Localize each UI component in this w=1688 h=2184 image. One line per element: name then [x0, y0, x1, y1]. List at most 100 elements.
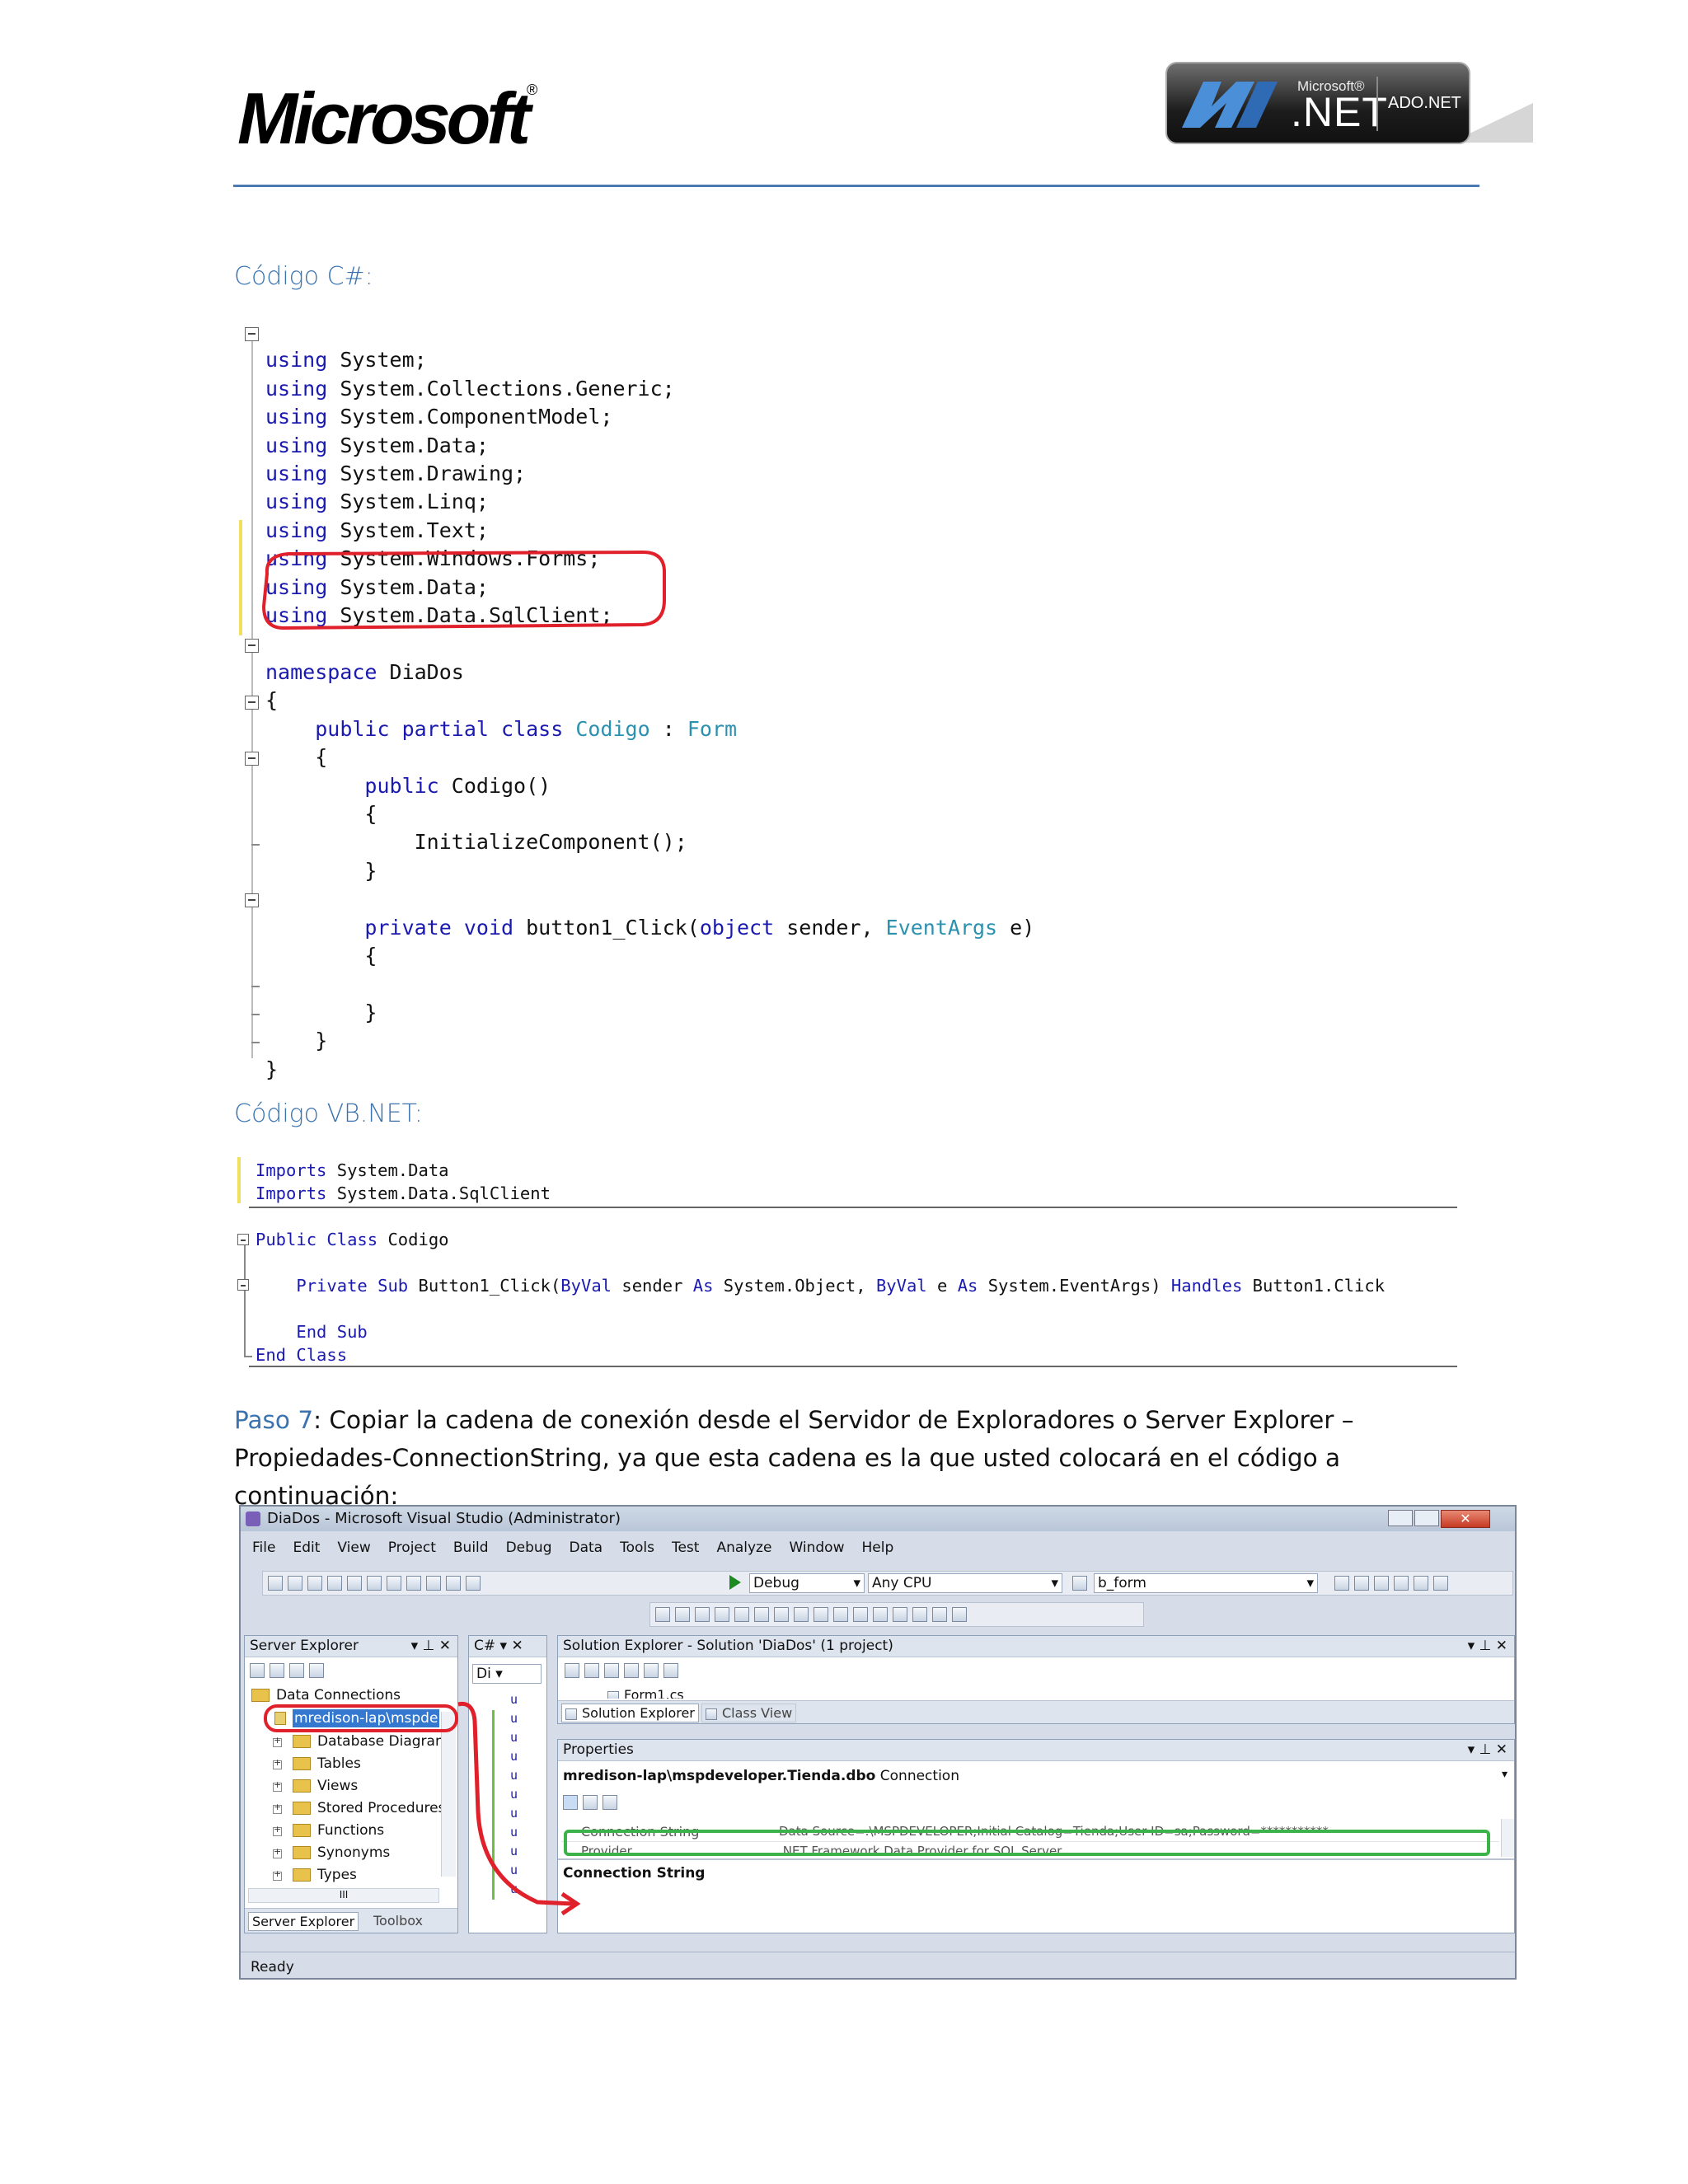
- paste-icon[interactable]: [406, 1576, 421, 1591]
- menu-test[interactable]: Test: [672, 1540, 699, 1556]
- expand-icon[interactable]: [273, 1735, 282, 1747]
- navigate-icon[interactable]: [466, 1576, 481, 1591]
- bookmark-icon[interactable]: [794, 1607, 809, 1622]
- type-dropdown[interactable]: Di ▾: [472, 1664, 542, 1684]
- object-browser-icon[interactable]: [1374, 1576, 1389, 1591]
- menu-file[interactable]: File: [252, 1540, 275, 1556]
- expand-icon[interactable]: [273, 1779, 282, 1792]
- menu-view[interactable]: View: [337, 1540, 370, 1556]
- menu-tools[interactable]: Tools: [620, 1540, 654, 1556]
- menu-debug[interactable]: Debug: [506, 1540, 552, 1556]
- solution-explorer-icon[interactable]: [1334, 1576, 1349, 1591]
- tree-data-connections[interactable]: Data Connections: [251, 1687, 401, 1702]
- connect-server-icon[interactable]: [309, 1663, 324, 1678]
- align-icon[interactable]: [695, 1607, 710, 1622]
- server-explorer-header: Server Explorer ▾ ⊥ ✕: [245, 1636, 457, 1657]
- solution-item[interactable]: Form1.cs: [607, 1687, 684, 1699]
- properties-scrollbar[interactable]: [1501, 1819, 1514, 1857]
- tree-item[interactable]: Types: [293, 1867, 357, 1883]
- new-project-icon[interactable]: [268, 1576, 283, 1591]
- green-highlight-connection-string: [564, 1830, 1490, 1856]
- tree-item[interactable]: Synonyms: [293, 1844, 390, 1861]
- undo-icon[interactable]: [426, 1576, 441, 1591]
- close-icon[interactable]: ✕: [1441, 1510, 1490, 1528]
- refresh-icon[interactable]: [604, 1663, 619, 1678]
- refresh-icon[interactable]: [250, 1663, 265, 1678]
- property-pages-icon[interactable]: [603, 1795, 617, 1810]
- start-page-icon[interactable]: [1414, 1576, 1428, 1591]
- maximize-button[interactable]: [1414, 1510, 1439, 1526]
- bookmark-icon[interactable]: [853, 1607, 868, 1622]
- folder-icon: [293, 1846, 311, 1859]
- menu-project[interactable]: Project: [388, 1540, 436, 1556]
- tree-item[interactable]: Views: [293, 1778, 358, 1794]
- comment-icon[interactable]: [754, 1607, 769, 1622]
- expand-icon[interactable]: [273, 1757, 282, 1769]
- cut-icon[interactable]: [367, 1576, 382, 1591]
- bookmark-icon[interactable]: [952, 1607, 967, 1622]
- menu-build[interactable]: Build: [453, 1540, 489, 1556]
- minimize-button[interactable]: [1388, 1510, 1413, 1526]
- code-line-brace: {: [315, 745, 328, 770]
- uncomment-icon[interactable]: [774, 1607, 789, 1622]
- menu-help[interactable]: Help: [861, 1540, 893, 1556]
- bookmark-icon[interactable]: [873, 1607, 888, 1622]
- toolbox-icon[interactable]: [1394, 1576, 1409, 1591]
- view-designer-icon[interactable]: [644, 1663, 659, 1678]
- csharp-code-block: using System; using System.Collections.Ge…: [239, 318, 1146, 1081]
- show-all-files-icon[interactable]: [584, 1663, 599, 1678]
- tree-item[interactable]: Database Diagram: [293, 1733, 449, 1748]
- horizontal-scrollbar[interactable]: III: [248, 1888, 439, 1903]
- more-options-icon[interactable]: [1433, 1576, 1448, 1591]
- copy-icon[interactable]: [387, 1576, 401, 1591]
- collapse-icon: [237, 1279, 249, 1291]
- platform-dropdown[interactable]: Any CPU ▾: [868, 1573, 1062, 1593]
- bookmark-icon[interactable]: [833, 1607, 848, 1622]
- indent-icon[interactable]: [715, 1607, 729, 1622]
- start-debug-icon[interactable]: [729, 1575, 741, 1590]
- vs-title: DiaDos - Microsoft Visual Studio (Admini…: [267, 1510, 621, 1527]
- open-icon[interactable]: [307, 1576, 322, 1591]
- redo-icon[interactable]: [446, 1576, 461, 1591]
- microsoft-logo: Microsoft®: [237, 77, 538, 159]
- save-icon[interactable]: [327, 1576, 342, 1591]
- add-item-icon[interactable]: [288, 1576, 302, 1591]
- connect-database-icon[interactable]: [289, 1663, 304, 1678]
- tree-item[interactable]: Functions: [293, 1822, 384, 1839]
- expand-icon[interactable]: [273, 1868, 282, 1881]
- bookmark-icon[interactable]: [814, 1607, 828, 1622]
- view-code-icon[interactable]: [624, 1663, 639, 1678]
- properties-object-selector[interactable]: mredison-lap\mspdeveloper.Tienda.dbo Con…: [563, 1768, 959, 1784]
- menu-edit[interactable]: Edit: [293, 1540, 320, 1556]
- properties-icon[interactable]: [565, 1663, 579, 1678]
- menu-data[interactable]: Data: [569, 1540, 603, 1556]
- bookmark-icon[interactable]: [912, 1607, 927, 1622]
- tree-item[interactable]: Stored Procedures: [293, 1800, 445, 1816]
- collapse-icon: [237, 1234, 249, 1245]
- menu-analyze[interactable]: Analyze: [716, 1540, 771, 1556]
- align-icon[interactable]: [655, 1607, 670, 1622]
- outdent-icon[interactable]: [734, 1607, 749, 1622]
- tab-server-explorer[interactable]: Server Explorer: [248, 1912, 359, 1931]
- align-icon[interactable]: [675, 1607, 690, 1622]
- menu-window[interactable]: Window: [789, 1540, 844, 1556]
- tab-toolbox[interactable]: Toolbox: [370, 1912, 426, 1929]
- expand-icon[interactable]: [273, 1824, 282, 1836]
- find-box[interactable]: b_form ▾: [1094, 1573, 1318, 1593]
- tab-class-view[interactable]: Class View: [701, 1704, 797, 1722]
- stop-icon[interactable]: [270, 1663, 284, 1678]
- bookmark-icon[interactable]: [932, 1607, 947, 1622]
- expand-icon[interactable]: [273, 1846, 282, 1858]
- code-line-brace: {: [364, 801, 377, 826]
- tree-item[interactable]: Tables: [293, 1755, 361, 1772]
- save-all-icon[interactable]: [347, 1576, 362, 1591]
- folder-icon: [293, 1735, 311, 1748]
- collapse-icon: [245, 752, 259, 766]
- class-diagram-icon[interactable]: [663, 1663, 678, 1678]
- red-highlight-usings: [261, 550, 666, 630]
- expand-icon[interactable]: [273, 1802, 282, 1814]
- properties-icon[interactable]: [1354, 1576, 1369, 1591]
- folder-icon: [293, 1779, 311, 1793]
- bookmark-icon[interactable]: [893, 1607, 907, 1622]
- config-dropdown[interactable]: Debug ▾: [749, 1573, 865, 1593]
